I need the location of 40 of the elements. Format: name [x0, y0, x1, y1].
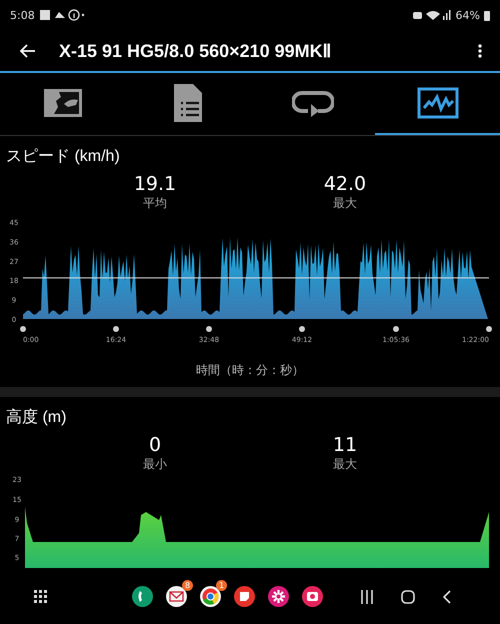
flower-app-icon[interactable] — [268, 586, 289, 607]
section-title: 高度 (m) — [5, 408, 68, 428]
app-drawer-icon[interactable] — [34, 590, 48, 604]
notification-badge: 1 — [216, 580, 227, 591]
back-icon[interactable] — [443, 590, 451, 604]
camera-app-icon[interactable] — [302, 586, 323, 607]
battery-percentage: 64% — [456, 8, 480, 22]
phone-app-icon[interactable] — [132, 586, 153, 607]
stat-value: 0 — [148, 434, 162, 456]
time-marker — [206, 326, 212, 332]
notification-badge: 8 — [182, 580, 193, 591]
loop-icon — [292, 89, 334, 117]
stat-value: 19.1 — [134, 173, 176, 195]
time-marker — [113, 326, 119, 332]
axis-title: 時間（時：分：秒） — [195, 362, 305, 379]
stat-label: 平均 — [143, 195, 167, 212]
time-marker — [486, 326, 492, 332]
system-status-icons — [412, 9, 452, 21]
mail-app-icon[interactable] — [166, 586, 187, 607]
map-icon — [42, 87, 84, 119]
notification-icons — [38, 9, 85, 21]
home-icon[interactable] — [401, 590, 415, 604]
time-marker — [393, 326, 399, 332]
toolbar-title: X-15 91 HG5/8.0 560×210 99MKⅡ — [59, 40, 332, 62]
time-marker — [20, 326, 26, 332]
stat-value: 11 — [332, 434, 358, 456]
stat-label: 最大 — [333, 456, 357, 473]
more-options-icon[interactable] — [478, 44, 482, 58]
document-icon — [172, 83, 202, 123]
graph-icon — [416, 87, 458, 119]
time-marker — [299, 326, 305, 332]
section-title: スピード (km/h) — [5, 147, 121, 167]
notes-app-icon[interactable] — [234, 586, 255, 607]
stat-label: 最小 — [143, 456, 167, 473]
battery-icon — [484, 10, 490, 20]
stat-value: 42.0 — [324, 173, 366, 195]
browser-app-icon[interactable] — [200, 586, 221, 607]
stat-label: 最大 — [333, 195, 357, 212]
status-time: 5:08 — [10, 8, 35, 22]
recent-apps-icon[interactable] — [361, 590, 373, 604]
